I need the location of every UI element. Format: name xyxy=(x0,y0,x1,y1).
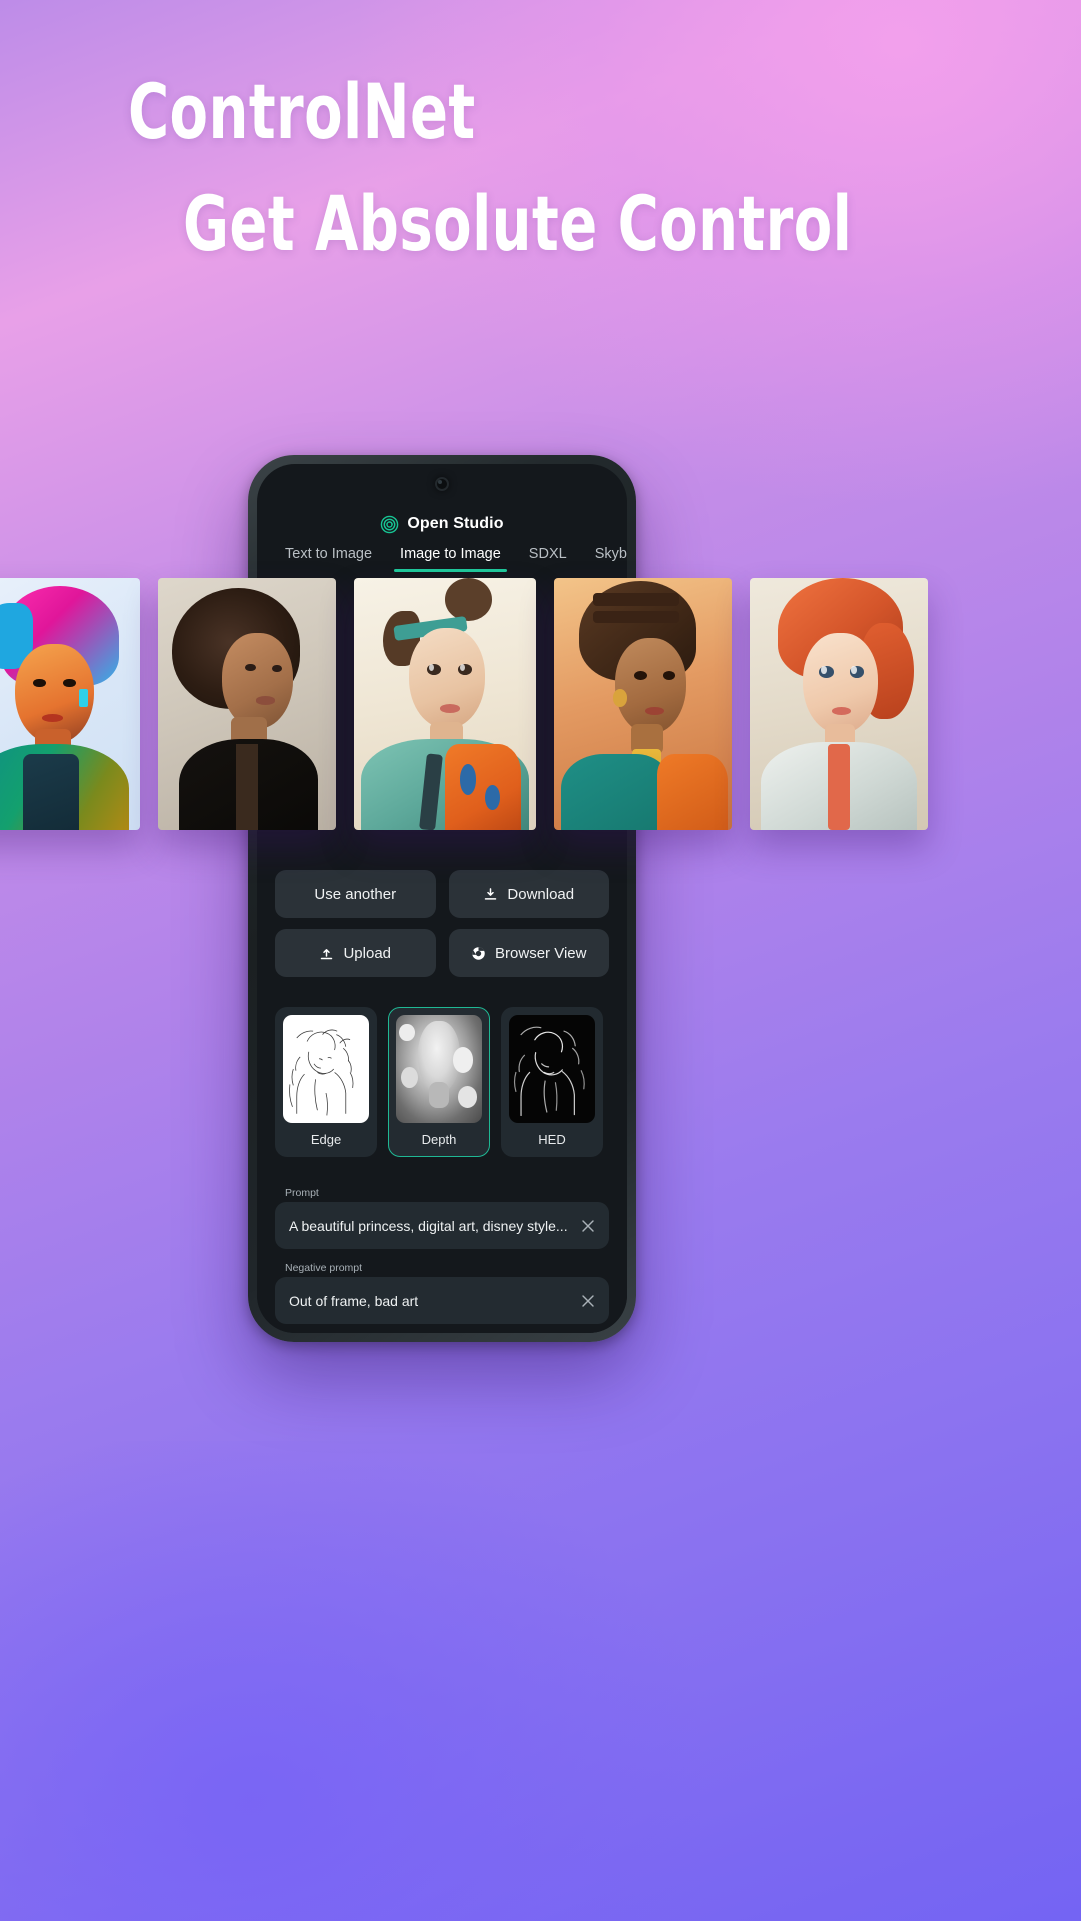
browser-view-label: Browser View xyxy=(495,944,587,962)
browser-view-button[interactable]: Browser View xyxy=(448,929,609,977)
brand-name: Open Studio xyxy=(407,515,504,532)
controlnet-option-edge[interactable]: Edge xyxy=(275,1007,377,1157)
tab-sdxl[interactable]: SDXL xyxy=(515,544,581,572)
negative-prompt-field[interactable]: Out of frame, bad art xyxy=(275,1277,609,1324)
use-another-label: Use another xyxy=(314,885,397,903)
carousel-item-illustration-gold-jewelry[interactable] xyxy=(554,578,732,830)
prompt-label: Prompt xyxy=(285,1187,319,1199)
front-camera-icon xyxy=(435,477,449,491)
use-another-button[interactable]: Use another xyxy=(275,870,436,918)
prompt-section: Prompt A beautiful princess, digital art… xyxy=(275,1187,609,1324)
depth-map-thumbnail xyxy=(396,1015,482,1123)
upload-button[interactable]: Upload xyxy=(275,929,436,977)
generated-image-carousel[interactable] xyxy=(0,578,1081,833)
action-button-grid: Use another Download Upload Browser View xyxy=(275,870,609,977)
app-body: Use another Download Upload Browser View… xyxy=(257,842,627,1333)
artwork-gold-jewelry xyxy=(554,578,732,830)
headline-line-2: Get Absolute Control xyxy=(183,179,853,268)
headline-line-1: ControlNet xyxy=(128,67,476,156)
controlnet-option-depth[interactable]: Depth xyxy=(388,1007,490,1157)
negative-prompt-clear-icon[interactable] xyxy=(578,1291,598,1311)
tab-image-to-image[interactable]: Image to Image xyxy=(386,544,515,572)
prompt-clear-icon[interactable] xyxy=(578,1216,598,1236)
controlnet-label-edge: Edge xyxy=(310,1132,342,1147)
background-glow-bottom-left xyxy=(0,1441,700,1921)
artwork-photo-afro xyxy=(158,578,336,830)
upload-icon xyxy=(319,946,334,961)
download-icon xyxy=(483,887,498,902)
artwork-red-hair xyxy=(750,578,928,830)
carousel-item-illustration-red-hair[interactable] xyxy=(750,578,928,830)
app-header: Open Studio xyxy=(257,507,627,541)
tab-skybox-360[interactable]: Skybox 360 xyxy=(581,544,627,572)
download-button[interactable]: Download xyxy=(448,870,609,918)
promo-screenshot: ControlNet Get Absolute Control Open Stu… xyxy=(0,0,1081,1921)
hed-softedge-thumbnail xyxy=(509,1015,595,1123)
tab-text-to-image[interactable]: Text to Image xyxy=(271,544,386,572)
prompt-field[interactable]: A beautiful princess, digital art, disne… xyxy=(275,1202,609,1249)
negative-prompt-label: Negative prompt xyxy=(285,1262,363,1274)
carousel-item-photo-portrait-afro[interactable] xyxy=(158,578,336,830)
carousel-item-illustration-teal-jacket[interactable] xyxy=(354,578,536,830)
spiral-target-icon xyxy=(380,515,399,534)
controlnet-option-hed[interactable]: HED xyxy=(501,1007,603,1157)
controlnet-label-hed: HED xyxy=(538,1132,566,1147)
controlnet-option-row[interactable]: Edge Depth HED xyxy=(275,1007,609,1157)
controlnet-label-depth: Depth xyxy=(421,1132,457,1147)
prompt-value[interactable]: A beautiful princess, digital art, disne… xyxy=(289,1218,569,1234)
negative-prompt-value[interactable]: Out of frame, bad art xyxy=(289,1293,569,1309)
edge-lineart-thumbnail xyxy=(283,1015,369,1123)
upload-label: Upload xyxy=(343,944,392,962)
carousel-item-pop-art-portrait-magenta[interactable] xyxy=(0,578,140,830)
chrome-browser-icon xyxy=(471,946,486,961)
tab-bar[interactable]: Text to Image Image to Image SDXL Skybox… xyxy=(257,544,627,582)
artwork-teal-jacket xyxy=(354,578,536,830)
artwork-pop-art xyxy=(0,578,140,830)
download-label: Download xyxy=(507,885,575,903)
